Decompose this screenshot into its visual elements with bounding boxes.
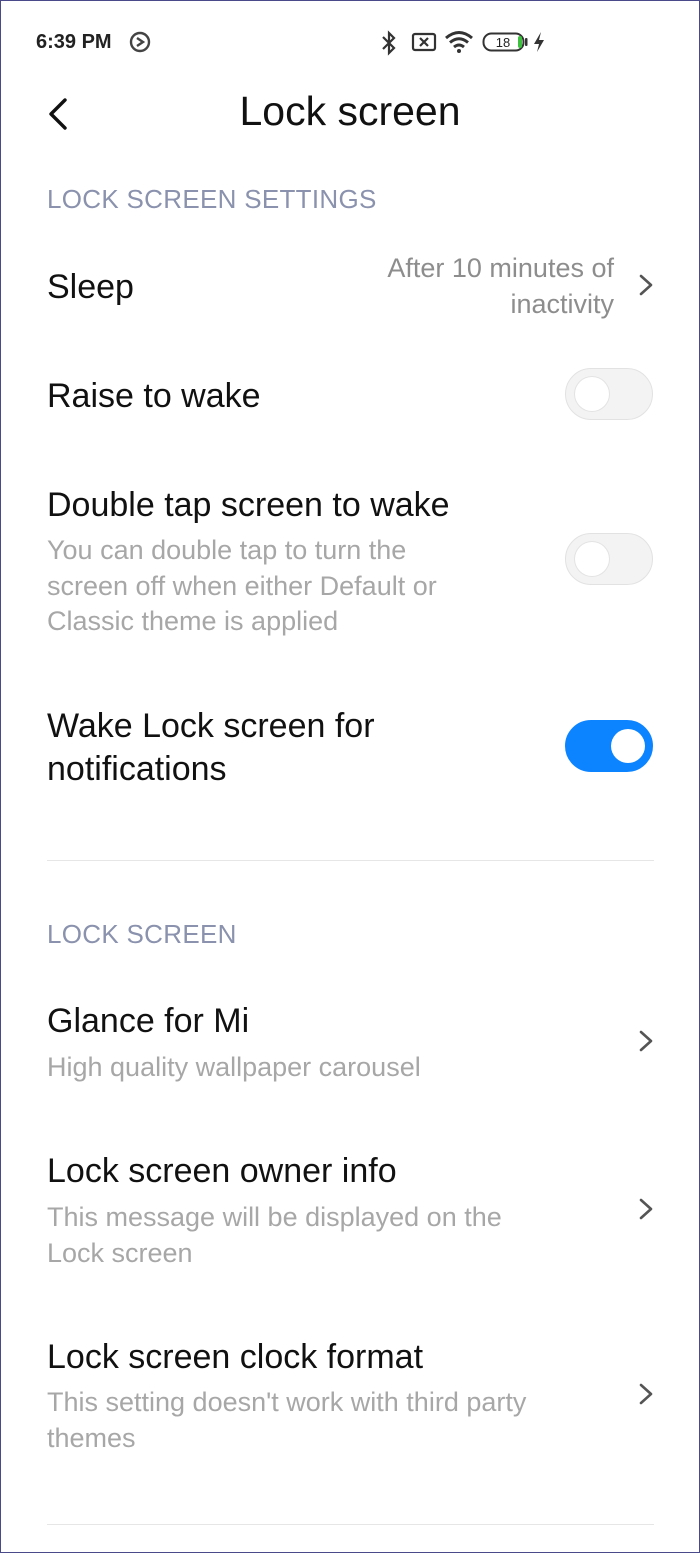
sleep-title: Sleep — [47, 268, 134, 306]
chevron-right-icon — [634, 1024, 658, 1058]
double-tap-title: Double tap screen to wake — [47, 486, 450, 524]
double-tap-subtitle-line3: Classic theme is applied — [47, 606, 339, 636]
section-header-lock-screen-settings: LOCK SCREEN SETTINGS — [47, 184, 377, 214]
toggle-knob — [611, 729, 645, 763]
chevron-right-icon — [634, 1377, 658, 1411]
sleep-value-line1: After 10 minutes of — [387, 253, 614, 283]
clock-format-subtitle: This setting doesn't work with third par… — [47, 1385, 526, 1456]
raise-to-wake-toggle[interactable] — [565, 368, 653, 420]
toggle-knob — [575, 542, 609, 576]
wake-notifications-toggle[interactable] — [565, 720, 653, 772]
sleep-value: After 10 minutes of inactivity — [387, 251, 614, 322]
divider — [47, 860, 654, 861]
owner-info-subtitle-line2: Lock screen — [47, 1237, 193, 1268]
double-tap-subtitle-line1: You can double tap to turn the — [47, 535, 407, 565]
owner-info-subtitle-line1: This message will be displayed on the — [47, 1202, 502, 1232]
owner-info-title: Lock screen owner info — [47, 1152, 397, 1190]
toggle-knob — [575, 377, 609, 411]
page-title: Lock screen — [239, 88, 461, 134]
double-tap-subtitle: You can double tap to turn the screen of… — [47, 533, 437, 640]
glance-subtitle: High quality wallpaper carousel — [47, 1052, 421, 1082]
chevron-right-icon — [634, 268, 658, 302]
status-time: 6:39 PM — [36, 31, 112, 53]
double-tap-toggle[interactable] — [565, 533, 653, 585]
double-tap-subtitle-line2: screen off when either Default or — [47, 570, 437, 601]
no-sim-icon — [411, 30, 437, 59]
clock-format-subtitle-line2: themes — [47, 1422, 136, 1453]
clock-format-title: Lock screen clock format — [47, 1338, 424, 1376]
battery-icon: 18 — [482, 31, 528, 58]
clock-format-subtitle-line1: This setting doesn't work with third par… — [47, 1387, 527, 1417]
raise-to-wake-title: Raise to wake — [47, 377, 261, 415]
sleep-value-line2: inactivity — [510, 288, 614, 319]
wake-notifications-title: Wake Lock screen for notifications — [47, 705, 375, 791]
wifi-icon — [444, 30, 474, 59]
svg-text:18: 18 — [496, 35, 510, 50]
glance-title: Glance for Mi — [47, 1002, 250, 1040]
wake-notifications-title-line2: notifications — [47, 750, 227, 788]
owner-info-subtitle: This message will be displayed on the Lo… — [47, 1200, 502, 1271]
section-header-lock-screen: LOCK SCREEN — [47, 919, 237, 949]
wake-notifications-title-line1: Wake Lock screen for — [47, 707, 375, 745]
divider — [47, 1524, 654, 1525]
charging-icon — [532, 30, 546, 59]
bluetooth-icon — [380, 30, 398, 61]
sync-icon — [128, 30, 152, 59]
chevron-right-icon — [634, 1192, 658, 1226]
